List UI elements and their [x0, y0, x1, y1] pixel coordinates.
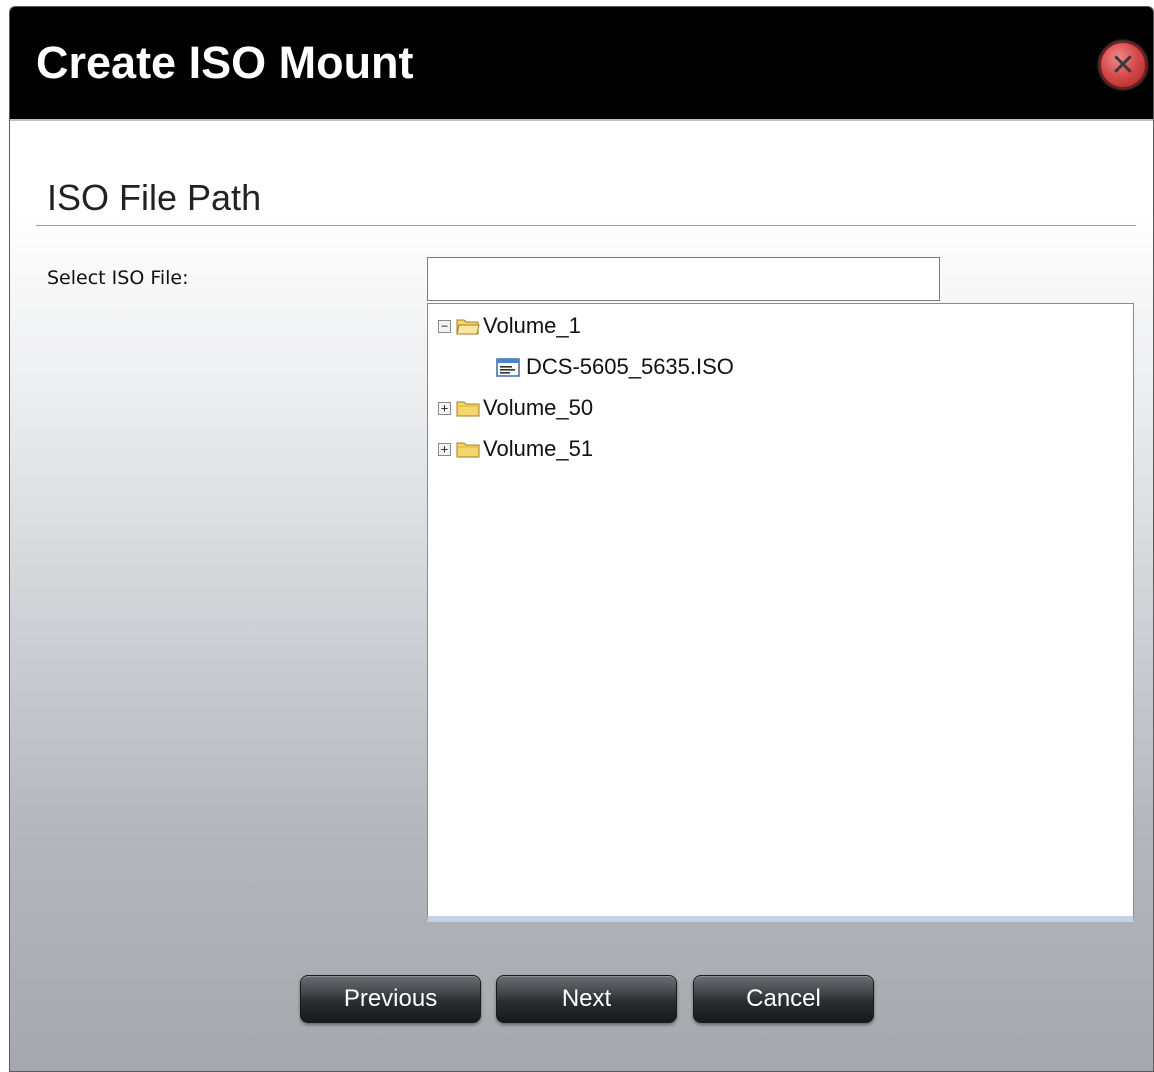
tree-node-volume-1[interactable]: − Volume_1 [438, 308, 581, 344]
folder-open-icon [456, 319, 480, 335]
previous-button[interactable]: Previous [300, 975, 481, 1023]
select-iso-file-input[interactable] [427, 257, 940, 301]
select-iso-file-label: Select ISO File: [47, 267, 189, 289]
expand-icon[interactable]: + [438, 442, 451, 456]
dialog-titlebar: Create ISO Mount ✕ [10, 7, 1153, 121]
tree-node-label: DCS-5605_5635.ISO [526, 354, 734, 379]
expand-icon[interactable]: + [438, 401, 451, 415]
folder-icon [456, 401, 480, 417]
next-button[interactable]: Next [496, 975, 677, 1023]
collapse-icon[interactable]: − [438, 319, 451, 333]
tree-node-volume-50[interactable]: + Volume_50 [438, 390, 593, 426]
close-button[interactable]: ✕ [1099, 41, 1147, 89]
cancel-button[interactable]: Cancel [693, 975, 874, 1023]
file-tree-panel[interactable]: − Volume_1 DCS-5605_5635.ISO + Volume_50… [427, 303, 1134, 922]
section-title: ISO File Path [47, 177, 262, 218]
folder-icon [456, 442, 480, 458]
section-divider [36, 225, 1136, 226]
iso-file-icon [496, 358, 520, 377]
close-icon: ✕ [1110, 47, 1136, 83]
tree-node-label: Volume_51 [483, 436, 594, 461]
tree-node-iso-file[interactable]: DCS-5605_5635.ISO [496, 349, 734, 385]
tree-node-label: Volume_1 [483, 313, 581, 338]
tree-node-volume-51[interactable]: + Volume_51 [438, 431, 593, 467]
create-iso-mount-dialog: Create ISO Mount ✕ ISO File Path Select … [9, 6, 1154, 1072]
dialog-title: Create ISO Mount [36, 37, 414, 88]
tree-node-label: Volume_50 [483, 395, 594, 420]
